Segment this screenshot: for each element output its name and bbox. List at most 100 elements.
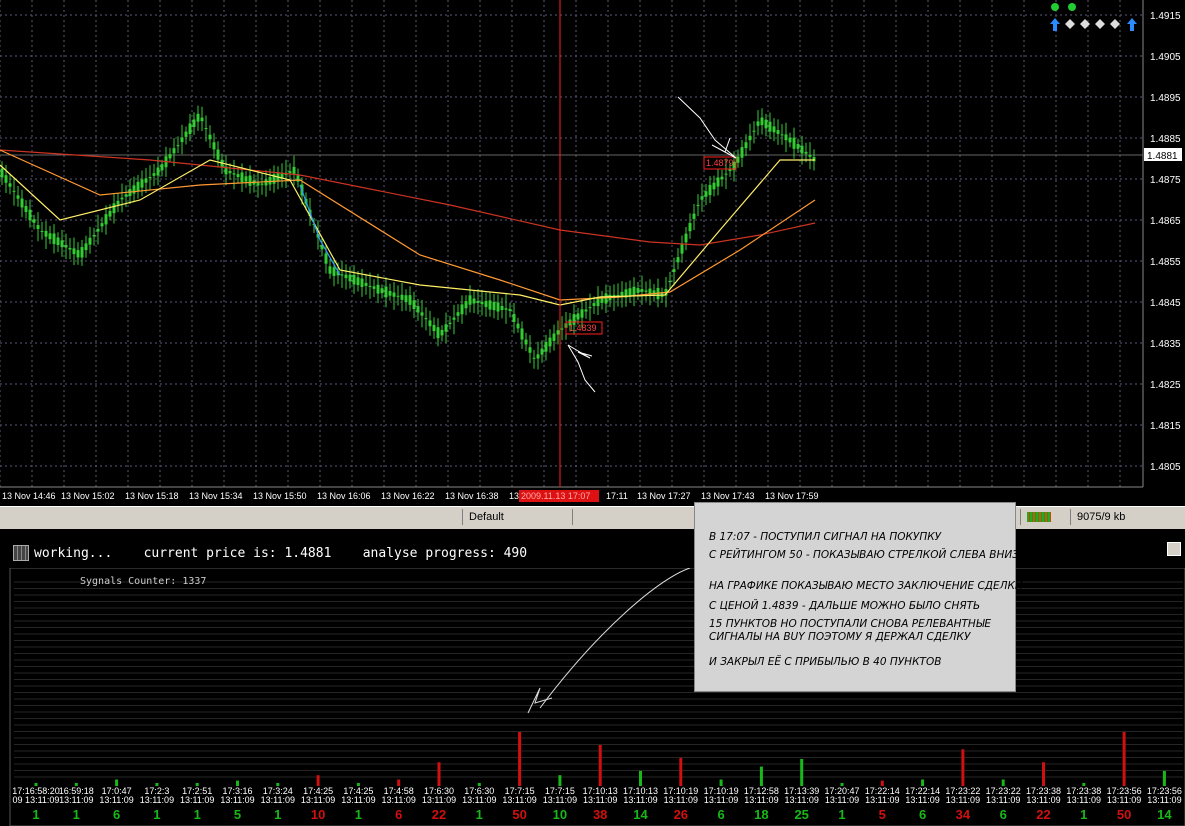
signal-bar	[1042, 762, 1045, 786]
candle-body	[228, 171, 232, 174]
time-axis-label: 13 Nov 15:50	[253, 491, 307, 501]
close-button[interactable]	[1167, 542, 1181, 556]
signal-date-label: 13:11:09	[1147, 795, 1181, 805]
signal-date-label: 13:11:09	[623, 795, 657, 805]
signal-rating-label: 6	[919, 807, 926, 822]
candle-body	[192, 119, 196, 128]
candle-body	[700, 196, 704, 200]
price-axis-label: 1.4915	[1150, 11, 1181, 22]
candle-body	[412, 300, 416, 310]
candle-body	[524, 339, 528, 345]
time-axis-label: 13 Nov 16:22	[381, 491, 435, 501]
candle-body	[552, 333, 556, 341]
candle-body	[180, 137, 184, 143]
annotation-note: В 17:07 - ПОСТУПИЛ СИГНАЛ НА ПОКУПКУ С Р…	[694, 502, 1029, 692]
candle-body	[796, 143, 800, 149]
signal-rating-label: 1	[32, 807, 39, 822]
candle-body	[500, 305, 504, 311]
candle-body	[708, 184, 712, 196]
note-line: СИГНАЛЫ НА BUY ПОЭТОМУ Я ДЕРЖАЛ СДЕЛКУ	[709, 631, 971, 643]
exit-price-label: 1.4879	[706, 158, 734, 168]
time-axis-label: 13 Nov 16:06	[317, 491, 371, 501]
candle-body	[384, 286, 388, 298]
candle-body	[196, 113, 200, 122]
candle-body	[244, 176, 248, 182]
candle-body	[504, 308, 508, 310]
candle-body	[432, 324, 436, 332]
candle-body	[188, 123, 192, 134]
candle-body	[532, 357, 536, 359]
candle-body	[376, 284, 380, 294]
candle-body	[752, 130, 756, 132]
app-icon	[13, 545, 29, 561]
candle-body	[176, 145, 180, 147]
candle-body	[560, 328, 564, 330]
candle-body	[808, 155, 812, 157]
candle-body	[548, 337, 552, 347]
candle-body	[60, 240, 64, 248]
candle-body	[644, 290, 648, 292]
candle-body	[80, 247, 84, 258]
status-traffic: 9075/9 kb	[1070, 509, 1165, 525]
signal-date-label: 13:11:09	[664, 795, 698, 805]
candle-body	[748, 135, 752, 141]
signal-rating-label: 38	[593, 807, 607, 822]
signal-bar	[1122, 732, 1126, 786]
candle-body	[64, 244, 68, 248]
candle-body	[460, 304, 464, 315]
candle-body	[324, 253, 328, 264]
candle-body	[0, 168, 4, 178]
signal-date-label: 09 13:11:09	[13, 795, 60, 805]
candle-body	[32, 219, 36, 223]
candle-body	[472, 298, 476, 304]
candle-body	[668, 280, 672, 283]
candle-body	[140, 179, 144, 188]
candle-body	[264, 179, 268, 186]
candle-body	[676, 257, 680, 263]
candle-body	[24, 206, 28, 212]
candle-body	[88, 237, 92, 245]
candle-body	[724, 173, 728, 175]
candle-body	[528, 347, 532, 353]
signal-rating-label: 26	[674, 807, 688, 822]
candle-body	[420, 312, 424, 316]
candle-body	[236, 174, 240, 178]
candle-body	[716, 177, 720, 187]
price-chart-canvas[interactable]: 1.4915 1.4905 1.4895 1.4885 1.4875 1.4865 1.48…	[0, 0, 1185, 505]
signal-rating-label: 1	[1080, 807, 1087, 822]
candle-body	[640, 289, 644, 292]
candle-body	[400, 294, 404, 300]
candle-body	[364, 282, 368, 286]
candle-body	[804, 151, 808, 154]
candle-body	[408, 295, 412, 305]
candle-body	[380, 288, 384, 294]
signal-date-label: 13:11:09	[865, 795, 899, 805]
chart-background	[0, 0, 1185, 505]
signal-bar	[800, 759, 804, 786]
candle-body	[148, 177, 152, 179]
candle-body	[764, 119, 768, 129]
candle-body	[424, 318, 428, 320]
signal-rating-label: 50	[512, 807, 526, 822]
candle-body	[356, 277, 360, 286]
candle-body	[784, 134, 788, 141]
time-axis-label: 13 Nov 15:02	[61, 491, 115, 501]
candle-body	[444, 324, 448, 332]
candle-body	[540, 348, 544, 355]
candle-body	[744, 142, 748, 149]
candle-body	[428, 320, 432, 327]
candle-body	[144, 178, 148, 183]
note-line: 15 ПУНКТОВ НО ПОСТУПАЛИ СНОВА РЕЛЕВАНТНЫ…	[709, 618, 992, 630]
candle-body	[344, 274, 348, 279]
candle-body	[512, 314, 516, 322]
candle-body	[696, 204, 700, 206]
signal-date-label: 13:11:09	[1067, 795, 1101, 805]
price-chart[interactable]: 1.4915 1.4905 1.4895 1.4885 1.4875 1.4865 1.48…	[0, 0, 1185, 505]
candle-body	[16, 195, 20, 199]
signal-rating-label: 22	[1036, 807, 1050, 822]
candle-body	[136, 181, 140, 192]
candle-body	[760, 117, 764, 126]
signal-rating-label: 6	[113, 807, 120, 822]
candle-body	[452, 317, 456, 320]
candle-body	[200, 117, 204, 122]
